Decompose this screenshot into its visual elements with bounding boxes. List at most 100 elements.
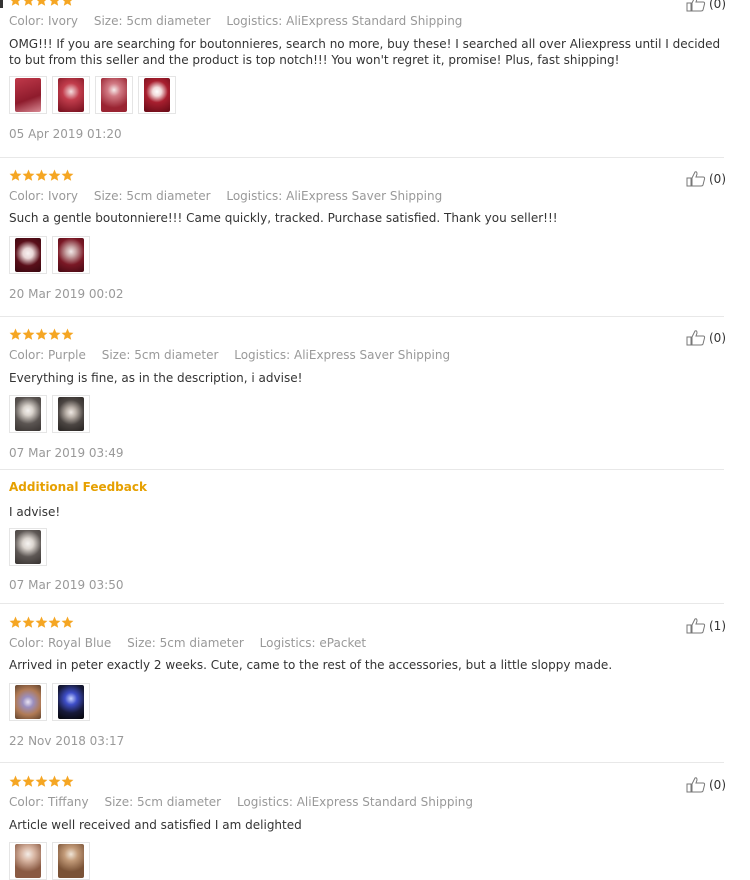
text-cursor [0, 0, 3, 8]
additional-feedback-date: 07 Mar 2019 03:50 [9, 578, 124, 592]
review-date: 07 Mar 2019 03:49 [9, 446, 124, 460]
helpful-count: (1) [709, 619, 726, 633]
review-date: 05 Apr 2019 01:20 [9, 127, 122, 141]
star-icon [61, 328, 74, 341]
size-label: Size: [93, 189, 123, 203]
logistics-value: ePacket [319, 636, 367, 650]
additional-feedback-heading: Additional Feedback [9, 480, 147, 494]
size-label: Size: [127, 636, 156, 650]
logistics-label: Logistics: [236, 795, 293, 809]
size-value: 5cm diameter [134, 348, 219, 362]
review-photos [9, 683, 95, 721]
logistics-label: Logistics: [259, 636, 316, 650]
helpful-count: (0) [709, 331, 726, 345]
review-attributes: Color: Royal Blue Size: 5cm diameter Log… [9, 636, 366, 650]
review-photo[interactable] [9, 236, 47, 274]
review-attributes: Color: Ivory Size: 5cm diameter Logistic… [9, 189, 442, 203]
star-rating [9, 0, 74, 8]
star-icon [9, 775, 22, 788]
thumbs-up-icon [686, 171, 706, 187]
size-value: 5cm diameter [126, 14, 211, 28]
helpful-count: (0) [709, 0, 726, 11]
review-photos [9, 76, 181, 114]
review-photo[interactable] [52, 395, 90, 433]
color-label: Color: [9, 636, 45, 650]
review-photo[interactable] [9, 683, 47, 721]
logistics-label: Logistics: [226, 189, 283, 203]
star-icon [61, 775, 74, 788]
review-text: OMG!!! If you are searching for boutonni… [9, 37, 721, 67]
color-value: Purple [48, 348, 86, 362]
thumbs-up-icon [686, 618, 706, 634]
review-photo[interactable] [9, 842, 47, 880]
review-text: Everything is fine, as in the descriptio… [9, 371, 303, 385]
star-icon [22, 775, 35, 788]
review-photo[interactable] [52, 683, 90, 721]
review-date: 22 Nov 2018 03:17 [9, 734, 125, 748]
review-photo[interactable] [52, 236, 90, 274]
helpful-button[interactable]: (0) [686, 777, 726, 793]
helpful-button[interactable]: (0) [686, 0, 726, 12]
review-photo[interactable] [52, 76, 90, 114]
color-value: Ivory [48, 14, 79, 28]
star-icon [61, 169, 74, 182]
star-icon [22, 0, 35, 7]
star-icon [9, 328, 22, 341]
star-rating [9, 328, 74, 342]
star-icon [48, 169, 61, 182]
size-label: Size: [101, 348, 131, 362]
review-text: Arrived in peter exactly 2 weeks. Cute, … [9, 658, 613, 672]
review-photo[interactable] [138, 76, 176, 114]
star-icon [35, 0, 48, 7]
thumbs-up-icon [686, 330, 706, 346]
color-value: Royal Blue [48, 636, 112, 650]
star-icon [35, 169, 48, 182]
divider [0, 469, 724, 470]
size-value: 5cm diameter [136, 795, 222, 809]
star-icon [35, 616, 48, 629]
helpful-button[interactable]: (0) [686, 171, 726, 187]
thumbs-up-icon [686, 0, 706, 12]
helpful-button[interactable]: (0) [686, 330, 726, 346]
divider [0, 762, 724, 763]
star-icon [61, 616, 74, 629]
size-value: 5cm diameter [159, 636, 244, 650]
logistics-value: AliExpress Saver Shipping [286, 189, 443, 203]
logistics-label: Logistics: [226, 14, 283, 28]
star-rating [9, 169, 74, 183]
thumbs-up-icon [686, 777, 706, 793]
logistics-value: AliExpress Standard Shipping [296, 795, 474, 809]
additional-feedback-photos [9, 528, 52, 566]
review-attributes: Color: Ivory Size: 5cm diameter Logistic… [9, 14, 462, 28]
review-attributes: Color: Purple Size: 5cm diameter Logisti… [9, 348, 450, 362]
size-label: Size: [104, 795, 134, 809]
review-photo[interactable] [9, 528, 47, 566]
star-icon [9, 169, 22, 182]
star-rating [9, 775, 74, 789]
review-photo[interactable] [9, 395, 47, 433]
review-photo[interactable] [95, 76, 133, 114]
helpful-button[interactable]: (1) [686, 618, 726, 634]
star-icon [9, 0, 22, 7]
color-label: Color: [9, 189, 45, 203]
helpful-count: (0) [709, 778, 726, 792]
review-photo[interactable] [52, 842, 90, 880]
star-rating [9, 616, 74, 630]
divider [0, 603, 724, 604]
star-icon [9, 616, 22, 629]
divider [0, 157, 724, 158]
review-photos [9, 842, 95, 880]
star-icon [61, 0, 74, 7]
star-icon [22, 169, 35, 182]
color-value: Tiffany [48, 795, 89, 809]
color-label: Color: [9, 795, 45, 809]
helpful-count: (0) [709, 172, 726, 186]
review-photos [9, 395, 95, 433]
review-date: 20 Mar 2019 00:02 [9, 287, 124, 301]
star-icon [22, 328, 35, 341]
logistics-value: AliExpress Standard Shipping [286, 14, 463, 28]
logistics-label: Logistics: [234, 348, 291, 362]
review-photo[interactable] [9, 76, 47, 114]
star-icon [22, 616, 35, 629]
star-icon [48, 0, 61, 7]
